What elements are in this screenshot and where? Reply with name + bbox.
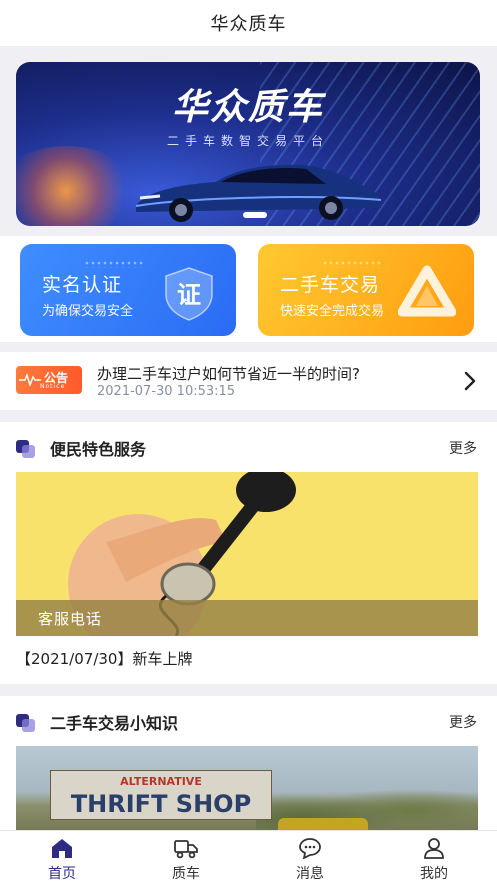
pulse-icon xyxy=(19,374,41,386)
card-title: 二手车交易 xyxy=(280,274,381,296)
sign-text-main: THRIFT SHOP xyxy=(71,790,251,818)
banner-pagination-dot[interactable] xyxy=(243,212,267,218)
tab-label: 首页 xyxy=(48,866,76,882)
banner-spark-glow xyxy=(16,146,136,226)
real-name-auth-card[interactable]: 实名认证 为确保交易安全 证 xyxy=(20,244,236,336)
user-icon xyxy=(424,838,444,859)
more-link[interactable]: 更多 xyxy=(449,712,477,732)
hero-banner[interactable]: 华众质车 二手车数智交易平台 xyxy=(16,62,480,226)
card-title: 实名认证 xyxy=(42,274,123,296)
card-subtitle: 为确保交易安全 xyxy=(42,304,134,319)
bottom-tab-bar: 首页 质车 消息 我的 xyxy=(0,830,497,883)
section-cube-icon xyxy=(16,440,35,458)
tab-label: 消息 xyxy=(296,866,324,882)
certificate-text: 证 xyxy=(177,281,201,309)
tab-label: 我的 xyxy=(420,866,448,882)
service-caption[interactable]: 【2021/07/30】新车上牌 xyxy=(16,648,192,669)
tab-profile[interactable]: 我的 xyxy=(372,831,496,883)
tab-home[interactable]: 首页 xyxy=(0,831,124,883)
banner-title: 华众质车 xyxy=(171,86,324,128)
section-cube-icon xyxy=(16,714,35,732)
notice-badge: 公告 Notice xyxy=(16,366,82,394)
page-title: 华众质车 xyxy=(210,14,287,35)
customer-service-banner[interactable]: 客服电话 xyxy=(16,472,478,636)
card-dots-decoration xyxy=(322,260,382,268)
knowledge-image[interactable]: ALTERNATIVE THRIFT SHOP xyxy=(16,746,478,836)
truck-icon xyxy=(174,840,198,859)
tab-messages[interactable]: 消息 xyxy=(248,831,372,883)
banner-subtitle: 二手车数智交易平台 xyxy=(166,134,329,148)
home-icon xyxy=(52,839,72,858)
card-subtitle: 快速安全完成交易 xyxy=(280,304,385,319)
section-title: 便民特色服务 xyxy=(50,440,147,459)
title-bar: 华众质车 xyxy=(0,0,497,46)
message-icon xyxy=(299,838,321,859)
notice-badge-sublabel: Notice xyxy=(40,383,66,390)
card-dots-decoration xyxy=(84,260,144,268)
thrift-shop-sign: ALTERNATIVE THRIFT SHOP xyxy=(50,770,272,820)
service-section-header: 便民特色服务 更多 xyxy=(0,422,497,472)
chevron-right-icon[interactable] xyxy=(463,369,477,393)
notice-time: 2021-07-30 10:53:15 xyxy=(97,384,236,399)
banner-caption-label: 客服电话 xyxy=(38,610,103,628)
banner-section: 华众质车 二手车数智交易平台 xyxy=(0,46,497,236)
feature-cards: 实名认证 为确保交易安全 证 二手车交易 快速安全完成交易 xyxy=(0,236,497,342)
knowledge-section-header: 二手车交易小知识 更多 xyxy=(0,696,497,746)
service-section: 便民特色服务 更多 客服电话 【2021/07/30】新车上牌 xyxy=(0,422,497,684)
sign-text-top: ALTERNATIVE xyxy=(120,775,202,788)
tab-label: 质车 xyxy=(172,866,200,882)
section-title: 二手车交易小知识 xyxy=(50,714,179,733)
notice-bar[interactable]: 公告 Notice 办理二手车过户如何节省近一半的时间? 2021-07-30 … xyxy=(0,352,497,410)
more-link[interactable]: 更多 xyxy=(449,438,477,458)
used-car-trade-card[interactable]: 二手车交易 快速安全完成交易 xyxy=(258,244,474,336)
certificate-shield-icon: 证 xyxy=(165,267,213,321)
knowledge-section: 二手车交易小知识 更多 ALTERNATIVE THRIFT SHOP xyxy=(0,696,497,836)
notice-title: 办理二手车过户如何节省近一半的时间? xyxy=(97,365,360,383)
exchange-triangle-icon xyxy=(398,265,456,317)
tab-quality-car[interactable]: 质车 xyxy=(124,831,248,883)
